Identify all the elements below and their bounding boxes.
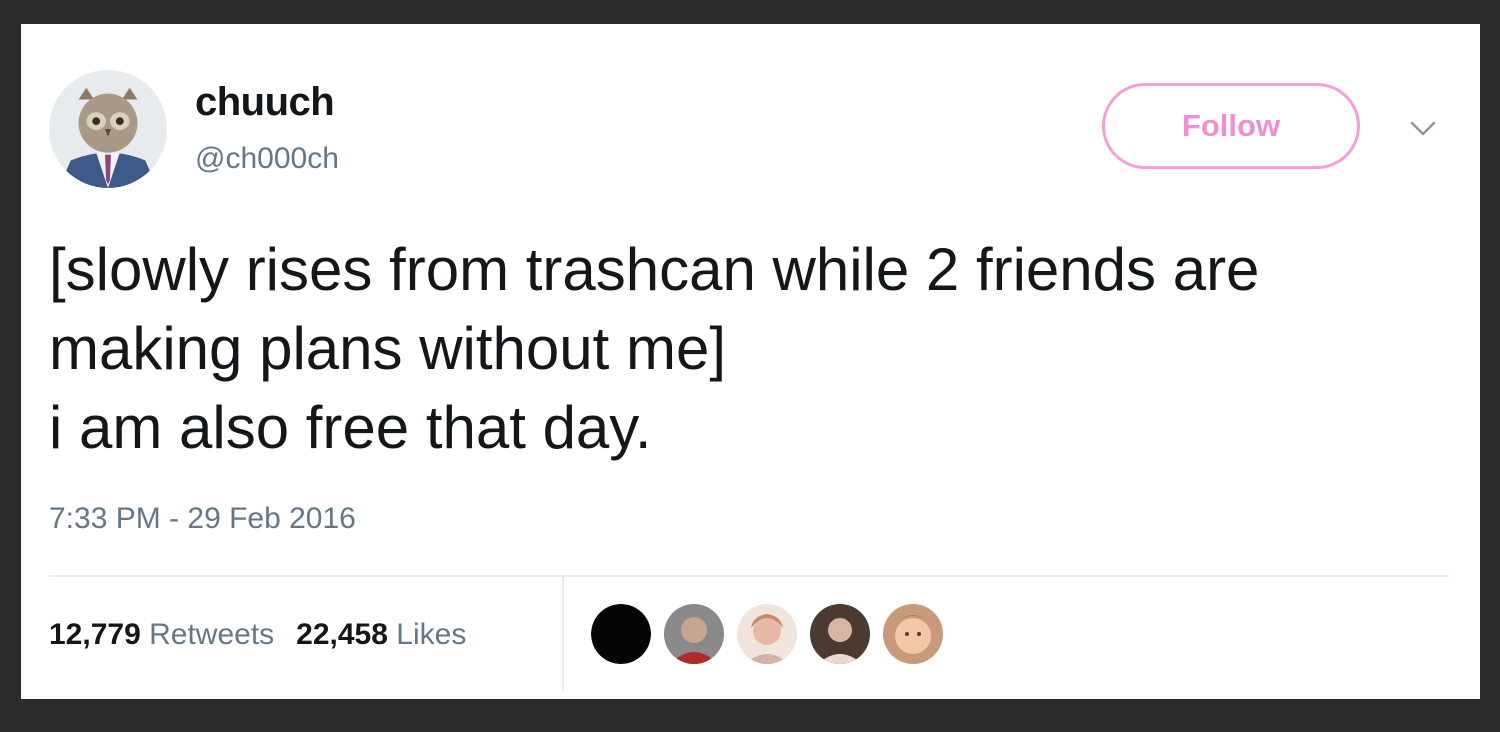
liker-avatar[interactable] — [883, 604, 943, 664]
liker-avatar[interactable] — [737, 604, 797, 664]
liker-avatar[interactable] — [664, 604, 724, 664]
person-avatar-icon — [810, 604, 870, 664]
likes-count: 22,458 — [296, 618, 388, 651]
likers-avatars — [591, 604, 956, 664]
person-avatar-icon — [664, 604, 724, 664]
person-avatar-icon — [737, 604, 797, 664]
tweet-stats: 12,779 Retweets 22,458 Likes — [49, 618, 488, 652]
liker-avatar[interactable] — [810, 604, 870, 664]
stats-divider — [49, 575, 1449, 577]
owl-in-suit-avatar-icon — [49, 70, 167, 188]
author-avatar[interactable] — [49, 70, 167, 188]
likes-stat[interactable]: 22,458 Likes — [296, 618, 466, 651]
author-handle[interactable]: @ch000ch — [195, 142, 339, 176]
chevron-down-icon[interactable] — [1410, 119, 1436, 139]
retweets-stat[interactable]: 12,779 Retweets — [49, 618, 274, 651]
author-display-name[interactable]: chuuch — [195, 80, 335, 125]
tweet-text-line: making plans without me] — [49, 315, 726, 382]
tweet-timestamp[interactable]: 7:33 PM - 29 Feb 2016 — [49, 502, 356, 536]
black-avatar-icon — [591, 604, 651, 664]
stats-vertical-divider — [562, 575, 564, 691]
tweet-text: [slowly rises from trashcan while 2 frie… — [49, 230, 1459, 467]
tweet-text-line: i am also free that day. — [49, 394, 652, 461]
retweets-label: Retweets — [149, 618, 275, 651]
tweet-card: chuuch @ch000ch Follow [slowly rises fro… — [21, 24, 1480, 699]
likes-label: Likes — [396, 618, 467, 651]
tweet-text-line: [slowly rises from trashcan while 2 frie… — [49, 236, 1260, 303]
person-avatar-icon — [883, 604, 943, 664]
retweets-count: 12,779 — [49, 618, 141, 651]
liker-avatar[interactable] — [591, 604, 651, 664]
follow-button[interactable]: Follow — [1102, 83, 1360, 169]
